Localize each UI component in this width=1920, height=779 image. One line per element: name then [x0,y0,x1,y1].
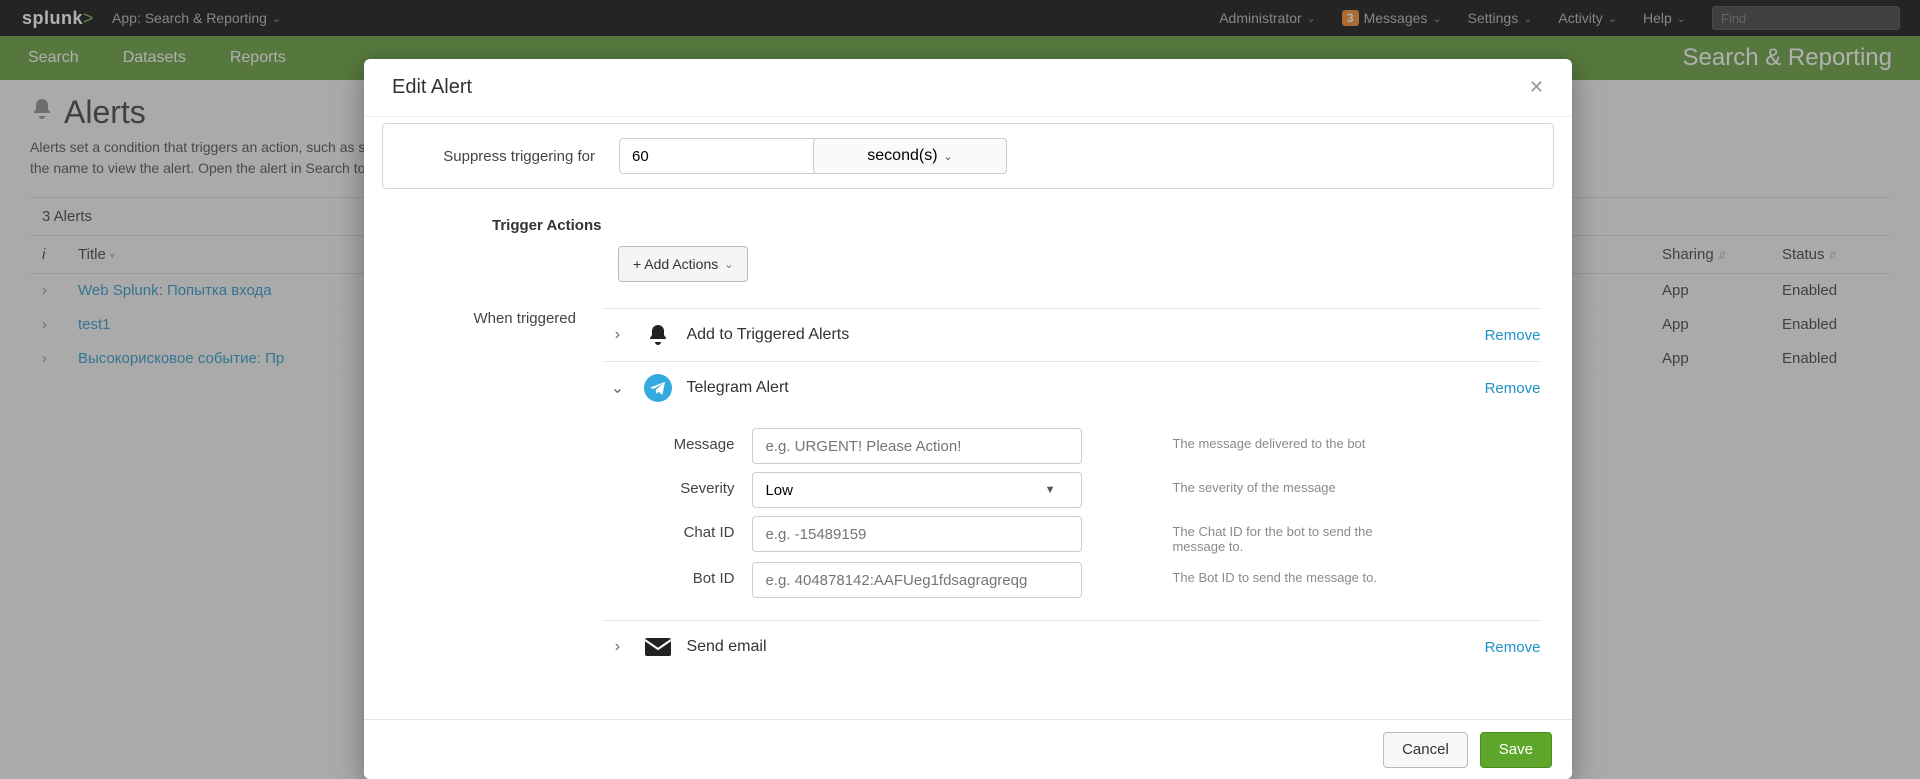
action-name: Add to Triggered Alerts [686,326,849,344]
edit-alert-modal: Edit Alert ✕ Suppress triggering for sec… [364,59,1572,779]
suppress-card: Suppress triggering for second(s) ⌄ [382,123,1554,189]
message-input[interactable] [752,428,1082,464]
severity-select[interactable]: Low ▼ [752,472,1082,508]
when-triggered-label: When triggered [382,310,600,327]
chatid-input[interactable] [752,516,1082,552]
remove-link[interactable]: Remove [1485,380,1541,397]
remove-link[interactable]: Remove [1485,327,1541,344]
modal-header: Edit Alert ✕ [364,59,1572,117]
chevron-right-icon[interactable]: › [604,322,630,348]
add-actions-label: + Add Actions [633,256,718,272]
severity-label: Severity [604,472,752,497]
suppress-unit-select[interactable]: second(s) ⌄ [813,138,1007,174]
action-telegram: ⌄ Telegram Alert Remove Message The mess… [604,361,1540,620]
modal-title: Edit Alert [392,76,472,99]
cancel-button[interactable]: Cancel [1383,732,1468,768]
suppress-unit-label: second(s) [867,147,937,165]
telegram-icon [644,374,672,402]
remove-link[interactable]: Remove [1485,639,1541,656]
bell-icon [644,321,672,349]
chatid-help: The Chat ID for the bot to send the mess… [1172,516,1422,554]
action-triggered-alerts: › Add to Triggered Alerts Remove [604,308,1540,361]
modal-body: Suppress triggering for second(s) ⌄ Trig… [364,117,1572,719]
action-name: Telegram Alert [686,379,788,397]
chevron-down-icon: ⌄ [944,150,953,163]
chevron-right-icon[interactable]: › [604,634,630,660]
trigger-actions-title: Trigger Actions [492,217,1554,234]
message-label: Message [604,428,752,453]
triangle-down-icon: ▼ [1045,484,1056,496]
message-help: The message delivered to the bot [1172,428,1365,451]
action-name: Send email [686,638,766,656]
save-button[interactable]: Save [1480,732,1552,768]
modal-footer: Cancel Save [364,719,1572,779]
botid-help: The Bot ID to send the message to. [1172,562,1377,585]
severity-value: Low [765,482,793,499]
botid-input[interactable] [752,562,1082,598]
mail-icon [644,633,672,661]
close-icon[interactable]: ✕ [1529,77,1544,98]
telegram-form: Message The message delivered to the bot… [604,414,1540,620]
chevron-down-icon[interactable]: ⌄ [604,375,630,401]
chatid-label: Chat ID [604,516,752,541]
severity-help: The severity of the message [1172,472,1335,495]
actions-list: › Add to Triggered Alerts Remove ⌄ [604,294,1540,673]
add-actions-button[interactable]: + Add Actions ⌄ [618,246,748,282]
action-send-email: › Send email Remove [604,620,1540,673]
botid-label: Bot ID [604,562,752,587]
suppress-value-input[interactable] [619,138,817,174]
suppress-label: Suppress triggering for [401,148,619,165]
chevron-down-icon: ⌄ [724,258,733,271]
